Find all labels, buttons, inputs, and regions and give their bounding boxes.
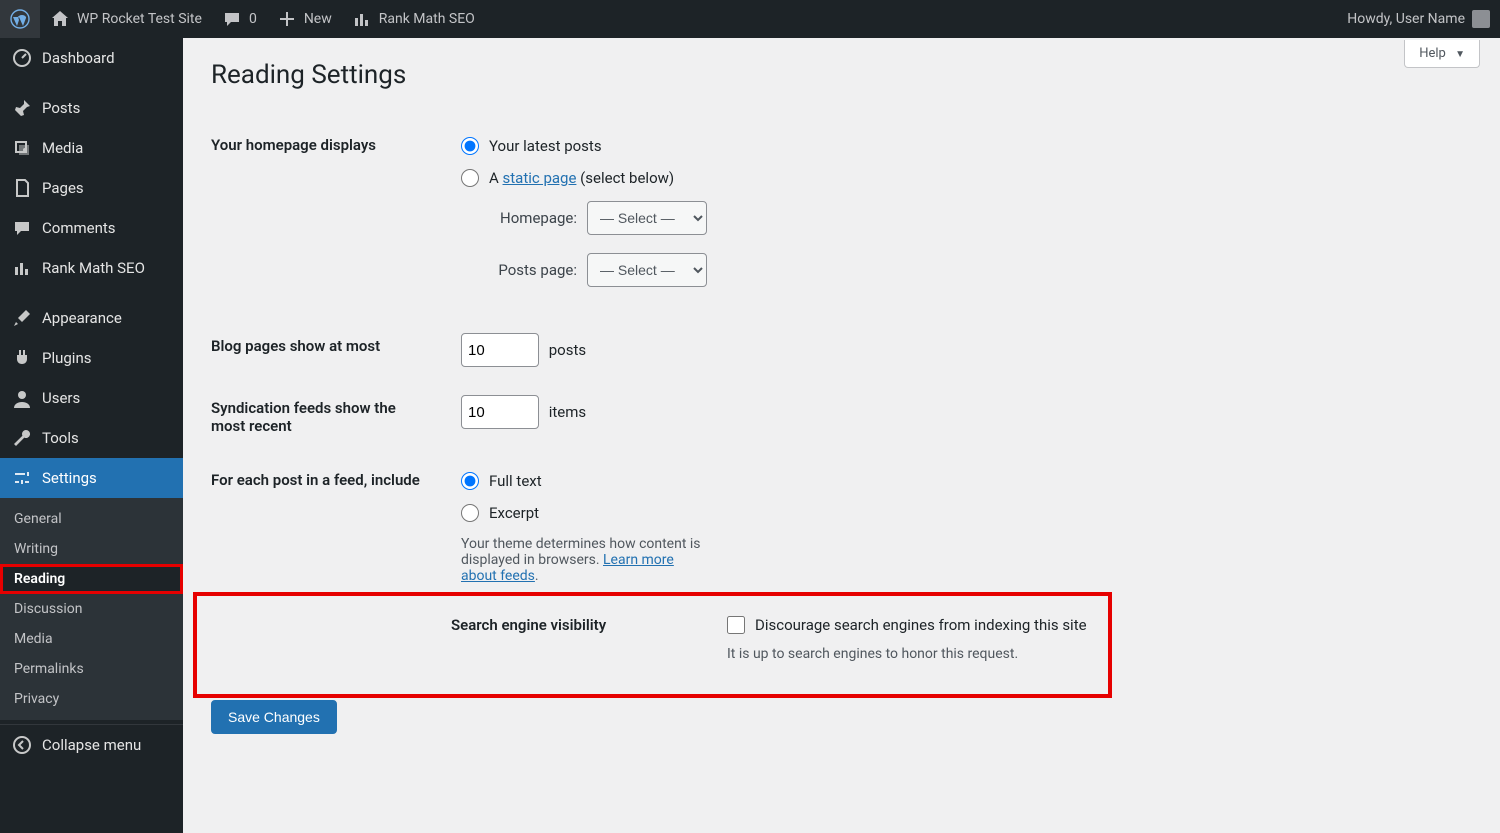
sidebar-item-posts[interactable]: Posts <box>0 88 183 128</box>
sidebar-label-pages: Pages <box>42 179 84 197</box>
radio-static-label: A static page (select below) <box>489 169 674 187</box>
home-icon <box>50 9 70 29</box>
sidebar-label-rankmath: Rank Math SEO <box>42 259 145 277</box>
sidebar-item-tools[interactable]: Tools <box>0 418 183 458</box>
media-icon <box>12 138 32 158</box>
avatar <box>1472 10 1490 28</box>
posts-page-select-label: Posts page: <box>487 261 577 279</box>
site-name-link[interactable]: WP Rocket Test Site <box>40 0 212 38</box>
sidebar-item-settings[interactable]: Settings <box>0 458 183 498</box>
blog-pages-label: Blog pages show at most <box>211 319 451 381</box>
account-link[interactable]: Howdy, User Name <box>1337 0 1500 38</box>
radio-excerpt-label: Excerpt <box>489 504 539 522</box>
page-title: Reading Settings <box>211 60 1472 90</box>
sidebar-item-rankmath[interactable]: Rank Math SEO <box>0 248 183 288</box>
comments-link[interactable]: 0 <box>212 0 267 38</box>
admin-bar: WP Rocket Test Site 0 New Rank Math SEO … <box>0 0 1500 38</box>
sub-item-discussion[interactable]: Discussion <box>0 594 183 624</box>
radio-latest-label: Your latest posts <box>489 137 602 155</box>
rankmath-top-label: Rank Math SEO <box>379 11 475 27</box>
discourage-search-checkbox[interactable] <box>727 616 745 634</box>
sub-item-permalinks[interactable]: Permalinks <box>0 654 183 684</box>
radio-full-text[interactable] <box>461 472 479 490</box>
settings-submenu: General Writing Reading Discussion Media… <box>0 498 183 720</box>
feed-description: Your theme determines how content is dis… <box>461 536 707 584</box>
sidebar-label-appearance: Appearance <box>42 309 122 327</box>
feed-items-input[interactable] <box>461 395 539 429</box>
static-page-link[interactable]: static page <box>503 169 577 187</box>
sub-item-privacy[interactable]: Privacy <box>0 684 183 714</box>
bar-chart-icon <box>12 258 32 278</box>
sidebar-item-pages[interactable]: Pages <box>0 168 183 208</box>
collapse-icon <box>12 735 32 755</box>
sidebar-item-dashboard[interactable]: Dashboard <box>0 38 183 78</box>
sidebar-item-media[interactable]: Media <box>0 128 183 168</box>
sidebar-item-plugins[interactable]: Plugins <box>0 338 183 378</box>
pin-icon <box>12 98 32 118</box>
radio-static-page[interactable] <box>461 169 479 187</box>
search-engine-desc: It is up to search engines to honor this… <box>727 646 1462 662</box>
sub-item-general[interactable]: General <box>0 504 183 534</box>
feed-items-unit: items <box>549 403 586 421</box>
comment-icon <box>222 9 242 29</box>
sidebar-label-posts: Posts <box>42 99 80 117</box>
wordpress-icon <box>10 9 30 29</box>
feeds-label: Syndication feeds show the most recent <box>211 381 451 453</box>
homepage-select[interactable]: — Select — <box>587 201 707 235</box>
sidebar-label-tools: Tools <box>42 429 79 447</box>
content-area: Help ▼ Reading Settings Your homepage di… <box>183 0 1500 795</box>
rankmath-top-link[interactable]: Rank Math SEO <box>342 0 485 38</box>
sub-item-media[interactable]: Media <box>0 624 183 654</box>
sub-item-reading[interactable]: Reading <box>0 564 183 594</box>
bar-chart-icon <box>352 9 372 29</box>
plug-icon <box>12 348 32 368</box>
dashboard-icon <box>12 48 32 68</box>
sub-item-writing[interactable]: Writing <box>0 534 183 564</box>
feed-include-label: For each post in a feed, include <box>211 453 451 598</box>
new-content-link[interactable]: New <box>267 0 342 38</box>
help-tab[interactable]: Help ▼ <box>1404 40 1480 68</box>
sidebar-label-plugins: Plugins <box>42 349 91 367</box>
sidebar-item-appearance[interactable]: Appearance <box>0 298 183 338</box>
homepage-select-label: Homepage: <box>487 209 577 227</box>
page-icon <box>12 178 32 198</box>
search-engine-label: Search engine visibility <box>451 598 717 676</box>
site-name-text: WP Rocket Test Site <box>77 11 202 27</box>
posts-page-select[interactable]: — Select — <box>587 253 707 287</box>
collapse-label: Collapse menu <box>42 736 141 754</box>
posts-per-page-input[interactable] <box>461 333 539 367</box>
wrench-icon <box>12 428 32 448</box>
homepage-displays-label: Your homepage displays <box>211 118 451 319</box>
sidebar-label-media: Media <box>42 139 83 157</box>
comment-icon <box>12 218 32 238</box>
howdy-text: Howdy, User Name <box>1347 11 1465 27</box>
user-icon <box>12 388 32 408</box>
wp-logo[interactable] <box>0 0 40 38</box>
radio-full-text-label: Full text <box>489 472 542 490</box>
posts-per-page-unit: posts <box>549 341 586 359</box>
help-label: Help <box>1419 46 1446 61</box>
comments-count: 0 <box>249 11 257 27</box>
sidebar-item-comments[interactable]: Comments <box>0 208 183 248</box>
collapse-menu[interactable]: Collapse menu <box>0 724 183 765</box>
brush-icon <box>12 308 32 328</box>
sidebar-label-comments: Comments <box>42 219 116 237</box>
sidebar-label-settings: Settings <box>42 469 97 487</box>
radio-excerpt[interactable] <box>461 504 479 522</box>
plus-icon <box>277 9 297 29</box>
sidebar-item-users[interactable]: Users <box>0 378 183 418</box>
discourage-search-label: Discourage search engines from indexing … <box>755 616 1087 634</box>
admin-sidebar: Dashboard Posts Media Pages Comments Ran… <box>0 38 183 833</box>
sliders-icon <box>12 468 32 488</box>
radio-latest-posts[interactable] <box>461 137 479 155</box>
save-button[interactable]: Save Changes <box>211 700 337 734</box>
new-label: New <box>304 11 332 27</box>
caret-down-icon: ▼ <box>1455 49 1465 60</box>
sidebar-label-dashboard: Dashboard <box>42 49 115 67</box>
sidebar-label-users: Users <box>42 389 80 407</box>
